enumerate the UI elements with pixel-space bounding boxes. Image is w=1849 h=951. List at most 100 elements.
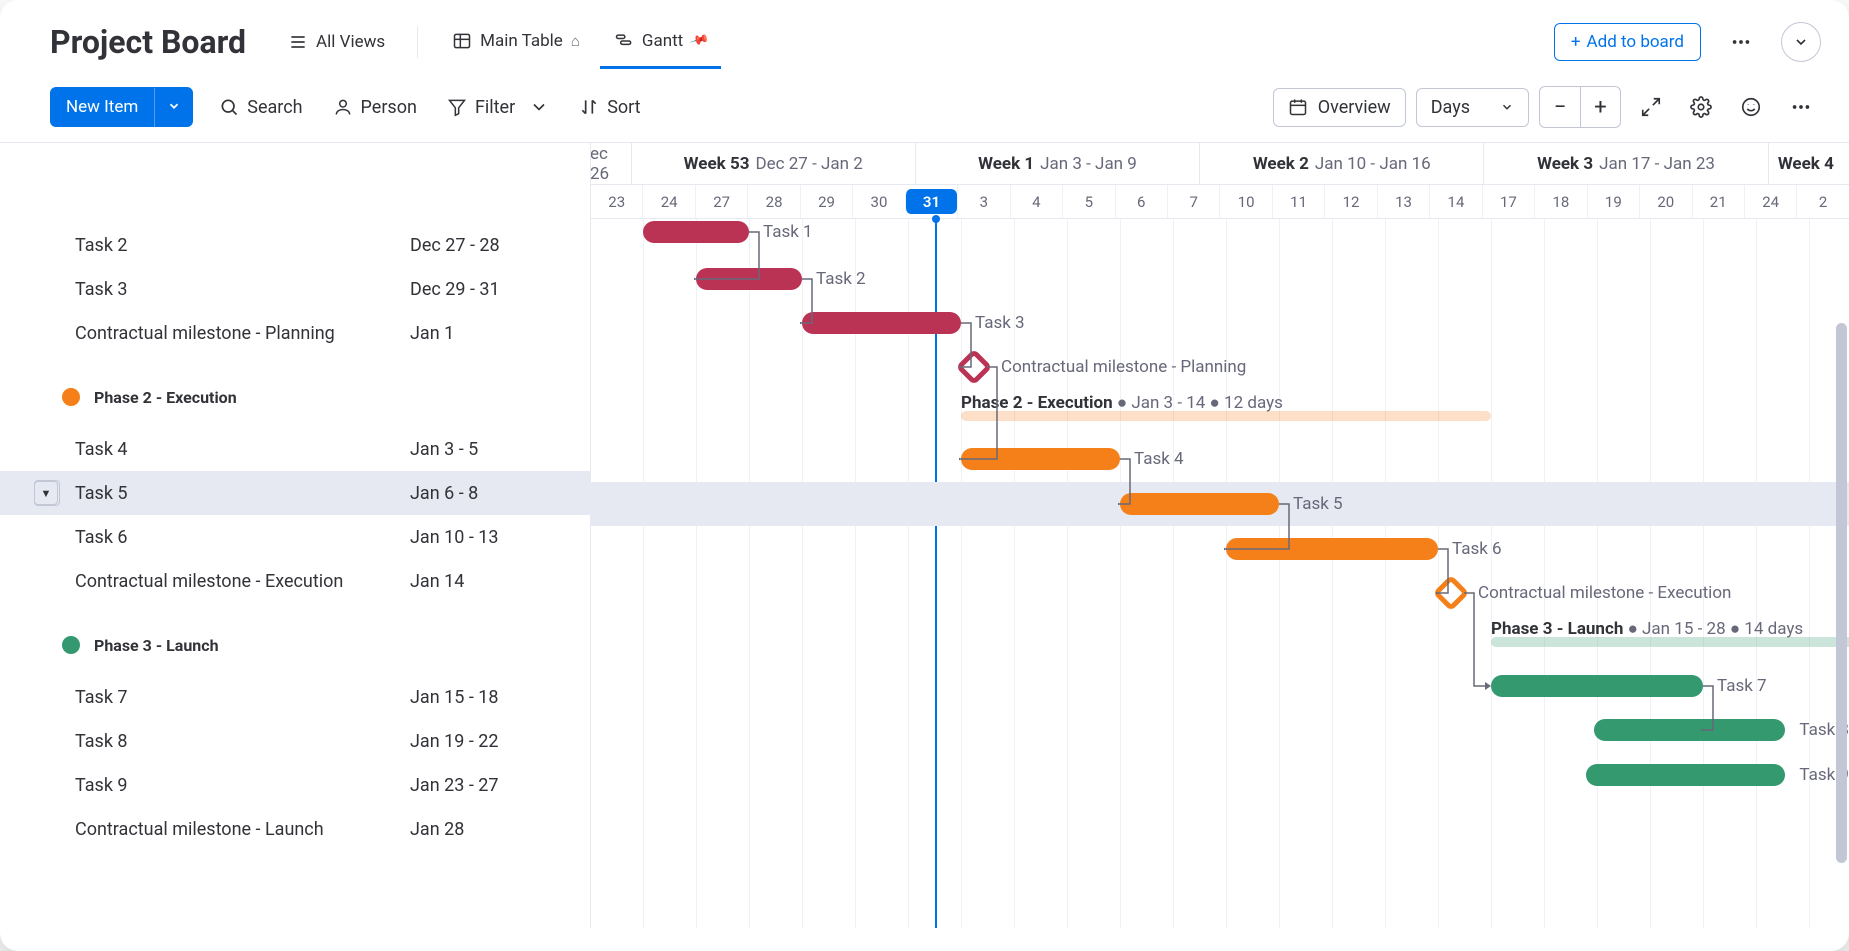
task-bar[interactable] — [1594, 719, 1785, 741]
milestone-diamond[interactable] — [956, 349, 993, 386]
week-header: Week 4 — [1768, 143, 1849, 184]
task-name: Task 7 — [75, 687, 410, 708]
phase-color-dot — [62, 388, 80, 406]
gear-icon — [1690, 96, 1712, 118]
table-icon — [452, 31, 472, 51]
gantt-task-row[interactable]: Contractual milestone - Execution — [590, 571, 1849, 615]
phase-name: Phase 2 - Execution — [94, 388, 237, 407]
task-name: Contractual milestone - Launch — [75, 819, 410, 840]
time-unit-label: Days — [1431, 97, 1470, 118]
board-title: Project Board — [50, 23, 246, 61]
new-item-button[interactable]: New Item — [50, 87, 193, 127]
task-row[interactable]: Contractual milestone - PlanningJan 1 — [0, 311, 590, 355]
phase-name: Phase 3 - Launch — [94, 636, 219, 655]
task-row[interactable]: Task 3Dec 29 - 31 — [0, 267, 590, 311]
task-bar[interactable] — [696, 268, 802, 290]
task-bar[interactable] — [1491, 675, 1703, 697]
sort-label: Sort — [607, 97, 640, 118]
task-row[interactable]: Task 7Jan 15 - 18 — [0, 675, 590, 719]
task-bar-label: Task 3 — [975, 313, 1025, 333]
fullscreen-button[interactable] — [1631, 87, 1671, 127]
new-item-dropdown[interactable] — [154, 88, 193, 127]
task-row[interactable]: Task 2Dec 27 - 28 — [0, 223, 590, 267]
more-options-button[interactable] — [1781, 87, 1821, 127]
minus-icon: − — [1554, 95, 1567, 120]
task-row[interactable]: Task 8Jan 19 - 22 — [0, 719, 590, 763]
add-to-board-button[interactable]: + Add to board — [1554, 23, 1701, 61]
search-button[interactable]: Search — [215, 91, 306, 124]
gantt-task-row[interactable]: Task 8 — [590, 708, 1849, 752]
gantt-task-row[interactable]: Contractual milestone - Planning — [590, 345, 1849, 389]
tab-gantt[interactable]: Gantt 📌 — [600, 17, 722, 67]
task-bar[interactable] — [1226, 538, 1438, 560]
task-name: Task 3 — [75, 279, 410, 300]
gantt-task-row[interactable]: Task 7 — [590, 664, 1849, 708]
phase-bar-header[interactable]: Phase 2 - Execution ● Jan 3 - 14 ● 12 da… — [961, 391, 1283, 415]
smile-icon — [1740, 96, 1762, 118]
gantt-task-row[interactable]: Task 4 — [590, 437, 1849, 481]
filter-label: Filter — [475, 97, 515, 118]
gantt-task-row[interactable]: Task 1 — [590, 210, 1849, 254]
pin-icon: 📌 — [689, 30, 711, 51]
task-name: Contractual milestone - Execution — [75, 571, 410, 592]
vertical-scrollbar[interactable] — [1836, 323, 1847, 863]
all-views-button[interactable]: All Views — [276, 24, 397, 60]
expand-subitems-button[interactable]: ▼ — [34, 481, 58, 505]
zoom-out-button[interactable]: − — [1540, 87, 1580, 127]
task-row[interactable]: Contractual milestone - ExecutionJan 14 — [0, 559, 590, 603]
home-icon: ⌂ — [571, 32, 580, 50]
task-row[interactable]: Task 4Jan 3 - 5 — [0, 427, 590, 471]
gantt-task-row[interactable]: Task 2 — [590, 257, 1849, 301]
zoom-in-button[interactable]: + — [1580, 87, 1620, 127]
task-row[interactable]: ▼Task 5Jan 6 - 8 — [0, 471, 590, 515]
phase-header[interactable]: Phase 3 - Launch — [0, 621, 590, 669]
settings-button[interactable] — [1681, 87, 1721, 127]
person-filter-button[interactable]: Person — [329, 91, 421, 124]
gantt-icon — [614, 31, 634, 51]
more-menu-button[interactable] — [1721, 22, 1761, 62]
task-bar-label: Task 1 — [763, 222, 813, 242]
sort-button[interactable]: Sort — [575, 91, 644, 124]
task-bar[interactable] — [961, 448, 1120, 470]
filter-button[interactable]: Filter — [443, 91, 553, 124]
gantt-task-row[interactable]: Task 9 — [590, 753, 1849, 797]
task-row[interactable]: Contractual milestone - LaunchJan 28 — [0, 807, 590, 851]
task-bar-label: Contractual milestone - Planning — [1001, 357, 1246, 377]
tab-label: Main Table — [480, 31, 563, 51]
chevron-down-icon — [1500, 100, 1514, 114]
task-date: Jan 1 — [410, 323, 570, 344]
time-unit-select[interactable]: Days — [1416, 88, 1529, 127]
tab-main-table[interactable]: Main Table ⌂ — [438, 17, 594, 67]
phase-bar-header[interactable]: Phase 3 - Launch ● Jan 15 - 28 ● 14 days — [1491, 617, 1803, 641]
task-bar-label: Task 5 — [1293, 494, 1343, 514]
all-views-label: All Views — [316, 32, 385, 52]
chevron-down-icon — [167, 99, 181, 113]
expand-icon — [1640, 96, 1662, 118]
phase-header[interactable]: Phase 2 - Execution — [0, 373, 590, 421]
task-row[interactable]: Task 6Jan 10 - 13 — [0, 515, 590, 559]
task-name: Task 2 — [75, 235, 410, 256]
task-date: Jan 23 - 27 — [410, 775, 570, 796]
task-row[interactable]: Task 9Jan 23 - 27 — [0, 763, 590, 807]
overview-label: Overview — [1318, 97, 1391, 118]
gantt-task-row[interactable]: Task 6 — [590, 527, 1849, 571]
task-bar[interactable] — [1586, 764, 1785, 786]
add-to-board-label: Add to board — [1587, 32, 1684, 52]
task-name: Contractual milestone - Planning — [75, 323, 410, 344]
overview-button[interactable]: Overview — [1273, 88, 1406, 127]
task-bar[interactable] — [643, 221, 749, 243]
task-bar[interactable] — [1120, 493, 1279, 515]
task-bar-label: Contractual milestone - Execution — [1478, 583, 1731, 603]
feedback-button[interactable] — [1731, 87, 1771, 127]
collapse-button[interactable] — [1781, 22, 1821, 62]
gantt-task-row[interactable]: Task 5 — [590, 482, 1849, 526]
person-icon — [333, 97, 353, 117]
dots-icon — [1730, 31, 1752, 53]
task-date: Jan 3 - 5 — [410, 439, 570, 460]
task-bar-label: Task 6 — [1452, 539, 1502, 559]
task-bar[interactable] — [802, 312, 961, 334]
filter-icon — [447, 97, 467, 117]
milestone-diamond[interactable] — [1433, 575, 1470, 612]
gantt-task-row[interactable]: Task 3 — [590, 301, 1849, 345]
task-name: Task 6 — [75, 527, 410, 548]
